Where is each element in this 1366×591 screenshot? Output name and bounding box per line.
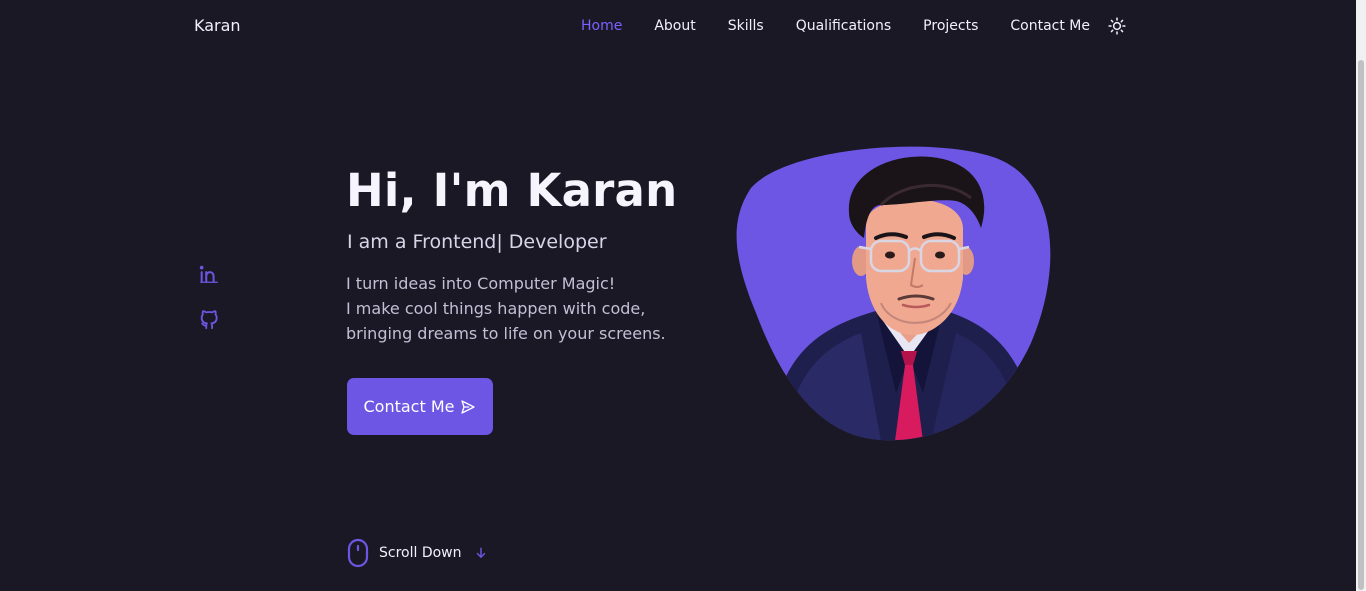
scrollbar[interactable] xyxy=(1356,0,1366,591)
hero-title: Hi, I'm Karan xyxy=(346,164,678,217)
profile-avatar xyxy=(736,146,1051,441)
description-line: bringing dreams to life on your screens. xyxy=(346,324,666,343)
brand-logo[interactable]: Karan xyxy=(194,16,241,35)
nav-link-qualifications[interactable]: Qualifications xyxy=(796,18,891,34)
nav-link-skills[interactable]: Skills xyxy=(728,18,764,34)
hero-subtitle: I am a Frontend| Developer xyxy=(347,231,607,253)
arrow-down-icon xyxy=(476,547,485,558)
nav-link-home[interactable]: Home xyxy=(581,18,622,34)
page: Karan Home About Skills Qualifications P… xyxy=(0,0,1366,591)
nav-link-projects[interactable]: Projects xyxy=(923,18,978,34)
scrollbar-thumb[interactable] xyxy=(1358,60,1364,590)
contact-button-label: Contact Me xyxy=(363,397,455,416)
scroll-down-link[interactable]: Scroll Down xyxy=(347,538,488,568)
hero-description: I turn ideas into Computer Magic! I make… xyxy=(346,271,706,346)
header: Karan Home About Skills Qualifications P… xyxy=(0,0,1356,54)
description-line: I turn ideas into Computer Magic! xyxy=(346,274,616,293)
nav-link-contact[interactable]: Contact Me xyxy=(1010,18,1090,34)
contact-me-button[interactable]: Contact Me xyxy=(347,378,493,435)
nav-menu: Home About Skills Qualifications Project… xyxy=(581,17,1126,35)
github-icon[interactable] xyxy=(198,309,220,331)
sun-icon[interactable] xyxy=(1108,17,1126,35)
linkedin-icon[interactable] xyxy=(198,263,220,285)
social-links xyxy=(198,263,220,331)
description-line: I make cool things happen with code, xyxy=(346,299,646,318)
scroll-down-label: Scroll Down xyxy=(379,545,462,561)
send-icon xyxy=(461,399,476,414)
nav-link-about[interactable]: About xyxy=(654,18,695,34)
mouse-icon xyxy=(347,538,369,568)
